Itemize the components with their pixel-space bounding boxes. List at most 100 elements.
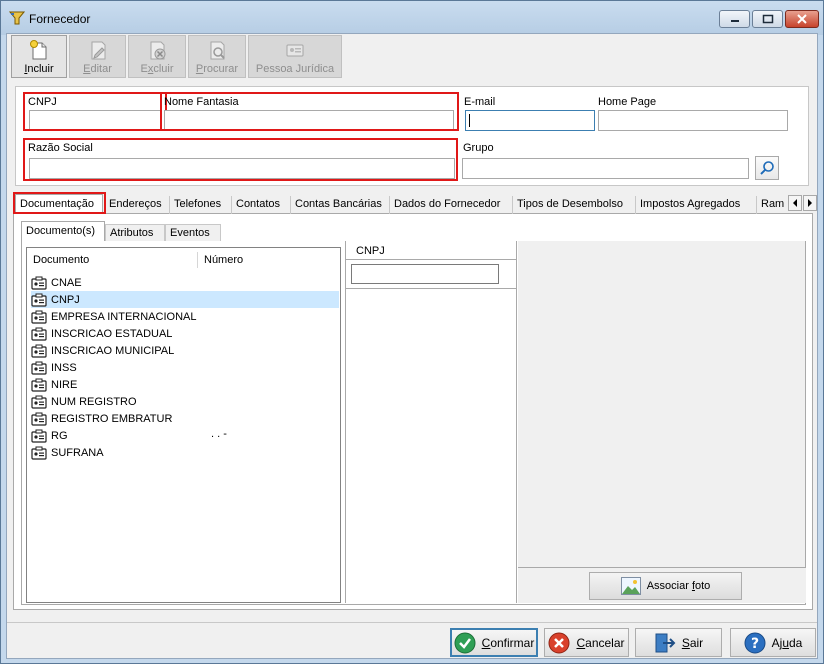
document-name: INSCRICAO MUNICIPAL <box>51 344 175 357</box>
associar-foto-button[interactable]: Associar foto <box>589 572 742 600</box>
arrow-right-icon <box>808 199 812 207</box>
home-page-input[interactable] <box>598 110 788 131</box>
cancelar-button[interactable]: Cancelar <box>544 628 629 657</box>
ajuda-label: Ajuda <box>771 635 803 650</box>
excluir-label: Excluir <box>140 63 174 75</box>
pessoa-juridica-label: Pessoa Jurídica <box>255 63 335 75</box>
email-input[interactable] <box>465 110 595 131</box>
email-label: E-mail <box>464 96 496 108</box>
editar-label: Editar <box>83 63 112 75</box>
close-button[interactable] <box>785 10 819 28</box>
cnpj-input[interactable] <box>29 110 161 131</box>
editar-button[interactable]: Editar <box>69 35 126 78</box>
tab-dados-do-fornecedor[interactable]: Dados do Fornecedor <box>390 196 513 214</box>
check-icon <box>454 632 476 653</box>
document-row[interactable]: CNPJ <box>31 291 339 308</box>
document-type-icon <box>31 412 47 426</box>
document-type-icon <box>31 378 47 392</box>
tab-contatos[interactable]: Contatos <box>232 196 291 214</box>
grupo-search-button[interactable] <box>755 156 779 180</box>
associar-foto-label: Associar foto <box>646 580 711 592</box>
incluir-label: Incluir <box>24 63 54 75</box>
documentos-panel: Documento Número CNAE CNPJ EMPRESA INTERNA… <box>21 241 806 605</box>
main-tabstrip: Documentação Endereços Telefones Contato… <box>13 192 817 214</box>
subtab-eventos[interactable]: Eventos <box>165 224 221 241</box>
photo-toolbar: Associar foto <box>518 567 806 603</box>
document-name: NUM REGISTRO <box>51 395 137 408</box>
minimize-icon <box>730 20 739 22</box>
col-header-numero[interactable]: Número <box>198 248 243 272</box>
document-type-icon <box>31 429 47 443</box>
document-row[interactable]: SUFRANA <box>31 444 339 461</box>
document-row[interactable]: INSS <box>31 359 339 376</box>
tabs-scroll-right[interactable] <box>803 195 817 211</box>
document-row[interactable]: INSCRICAO MUNICIPAL <box>31 342 339 359</box>
nome-fantasia-input[interactable] <box>164 110 454 131</box>
svg-text:?: ? <box>751 636 759 652</box>
document-row[interactable]: REGISTRO EMBRATUR <box>31 410 339 427</box>
new-document-icon <box>30 40 47 60</box>
subtab-documentos[interactable]: Documento(s) <box>21 221 105 241</box>
document-name: INSCRICAO ESTADUAL <box>51 327 173 340</box>
exit-door-icon <box>655 633 676 652</box>
document-type-icon <box>31 395 47 409</box>
tab-documentacao[interactable]: Documentação <box>15 194 103 214</box>
document-row[interactable]: NIRE <box>31 376 339 393</box>
tab-ramo[interactable]: Ram <box>757 196 788 214</box>
subtab-atributos[interactable]: Atributos <box>105 224 165 241</box>
tab-tipos-de-desembolso[interactable]: Tipos de Desembolso <box>513 196 636 214</box>
photo-pane: Associar foto <box>518 241 806 603</box>
title-bar[interactable]: Fornecedor <box>1 1 823 35</box>
procurar-label: Procurar <box>195 63 239 75</box>
document-name: NIRE <box>51 378 78 391</box>
document-type-icon <box>31 361 47 375</box>
sair-button[interactable]: Sair <box>635 628 722 657</box>
document-row[interactable]: EMPRESA INTERNACIONAL <box>31 308 339 325</box>
detail-row <box>346 259 517 289</box>
grupo-label: Grupo <box>463 142 494 154</box>
document-name: RG <box>51 429 68 442</box>
maximize-icon <box>762 14 773 24</box>
detail-header: CNPJ <box>356 245 385 257</box>
documents-list[interactable]: Documento Número CNAE CNPJ EMPRESA INTERNA… <box>26 247 341 603</box>
search-icon <box>760 161 774 175</box>
home-page-label: Home Page <box>598 96 657 108</box>
confirmar-label: Confirmar <box>481 635 535 650</box>
document-type-icon <box>31 293 47 307</box>
document-row[interactable]: INSCRICAO ESTADUAL <box>31 325 339 342</box>
document-row[interactable]: NUM REGISTRO <box>31 393 339 410</box>
excluir-button[interactable]: Excluir <box>128 35 186 78</box>
cancel-icon <box>548 632 570 653</box>
razao-social-input[interactable] <box>29 158 455 179</box>
document-detail-pane: CNPJ <box>345 241 517 603</box>
text-cursor <box>469 114 470 127</box>
confirmar-button[interactable]: Confirmar <box>450 628 538 657</box>
document-row[interactable]: CNAE <box>31 274 339 291</box>
sair-label: Sair <box>681 635 704 650</box>
tab-telefones[interactable]: Telefones <box>170 196 232 214</box>
document-type-icon <box>31 276 47 290</box>
minimize-button[interactable] <box>719 10 750 28</box>
window-title: Fornecedor <box>29 12 91 26</box>
document-type-icon <box>31 446 47 460</box>
document-type-icon <box>31 310 47 324</box>
arrow-left-icon <box>793 199 797 207</box>
tab-enderecos[interactable]: Endereços <box>105 196 170 214</box>
maximize-button[interactable] <box>752 10 783 28</box>
procurar-button[interactable]: Procurar <box>188 35 246 78</box>
grupo-input[interactable] <box>462 158 749 179</box>
detail-cnpj-input[interactable] <box>351 264 499 284</box>
tabs-scroll-left[interactable] <box>788 195 802 211</box>
app-icon <box>9 11 25 25</box>
edit-icon <box>91 41 105 60</box>
tab-contas-bancarias[interactable]: Contas Bancárias <box>291 196 390 214</box>
nome-fantasia-label: Nome Fantasia <box>164 96 239 108</box>
incluir-button[interactable]: Incluir <box>11 35 67 78</box>
cnpj-label: CNPJ <box>28 96 57 108</box>
picture-icon <box>620 577 641 595</box>
pessoa-juridica-button[interactable]: Pessoa Jurídica <box>248 35 342 78</box>
document-row[interactable]: RG . . - <box>31 427 339 444</box>
col-header-documento[interactable]: Documento <box>27 248 89 272</box>
ajuda-button[interactable]: ? Ajuda <box>730 628 816 657</box>
tab-impostos-agregados[interactable]: Impostos Agregados <box>636 196 757 214</box>
